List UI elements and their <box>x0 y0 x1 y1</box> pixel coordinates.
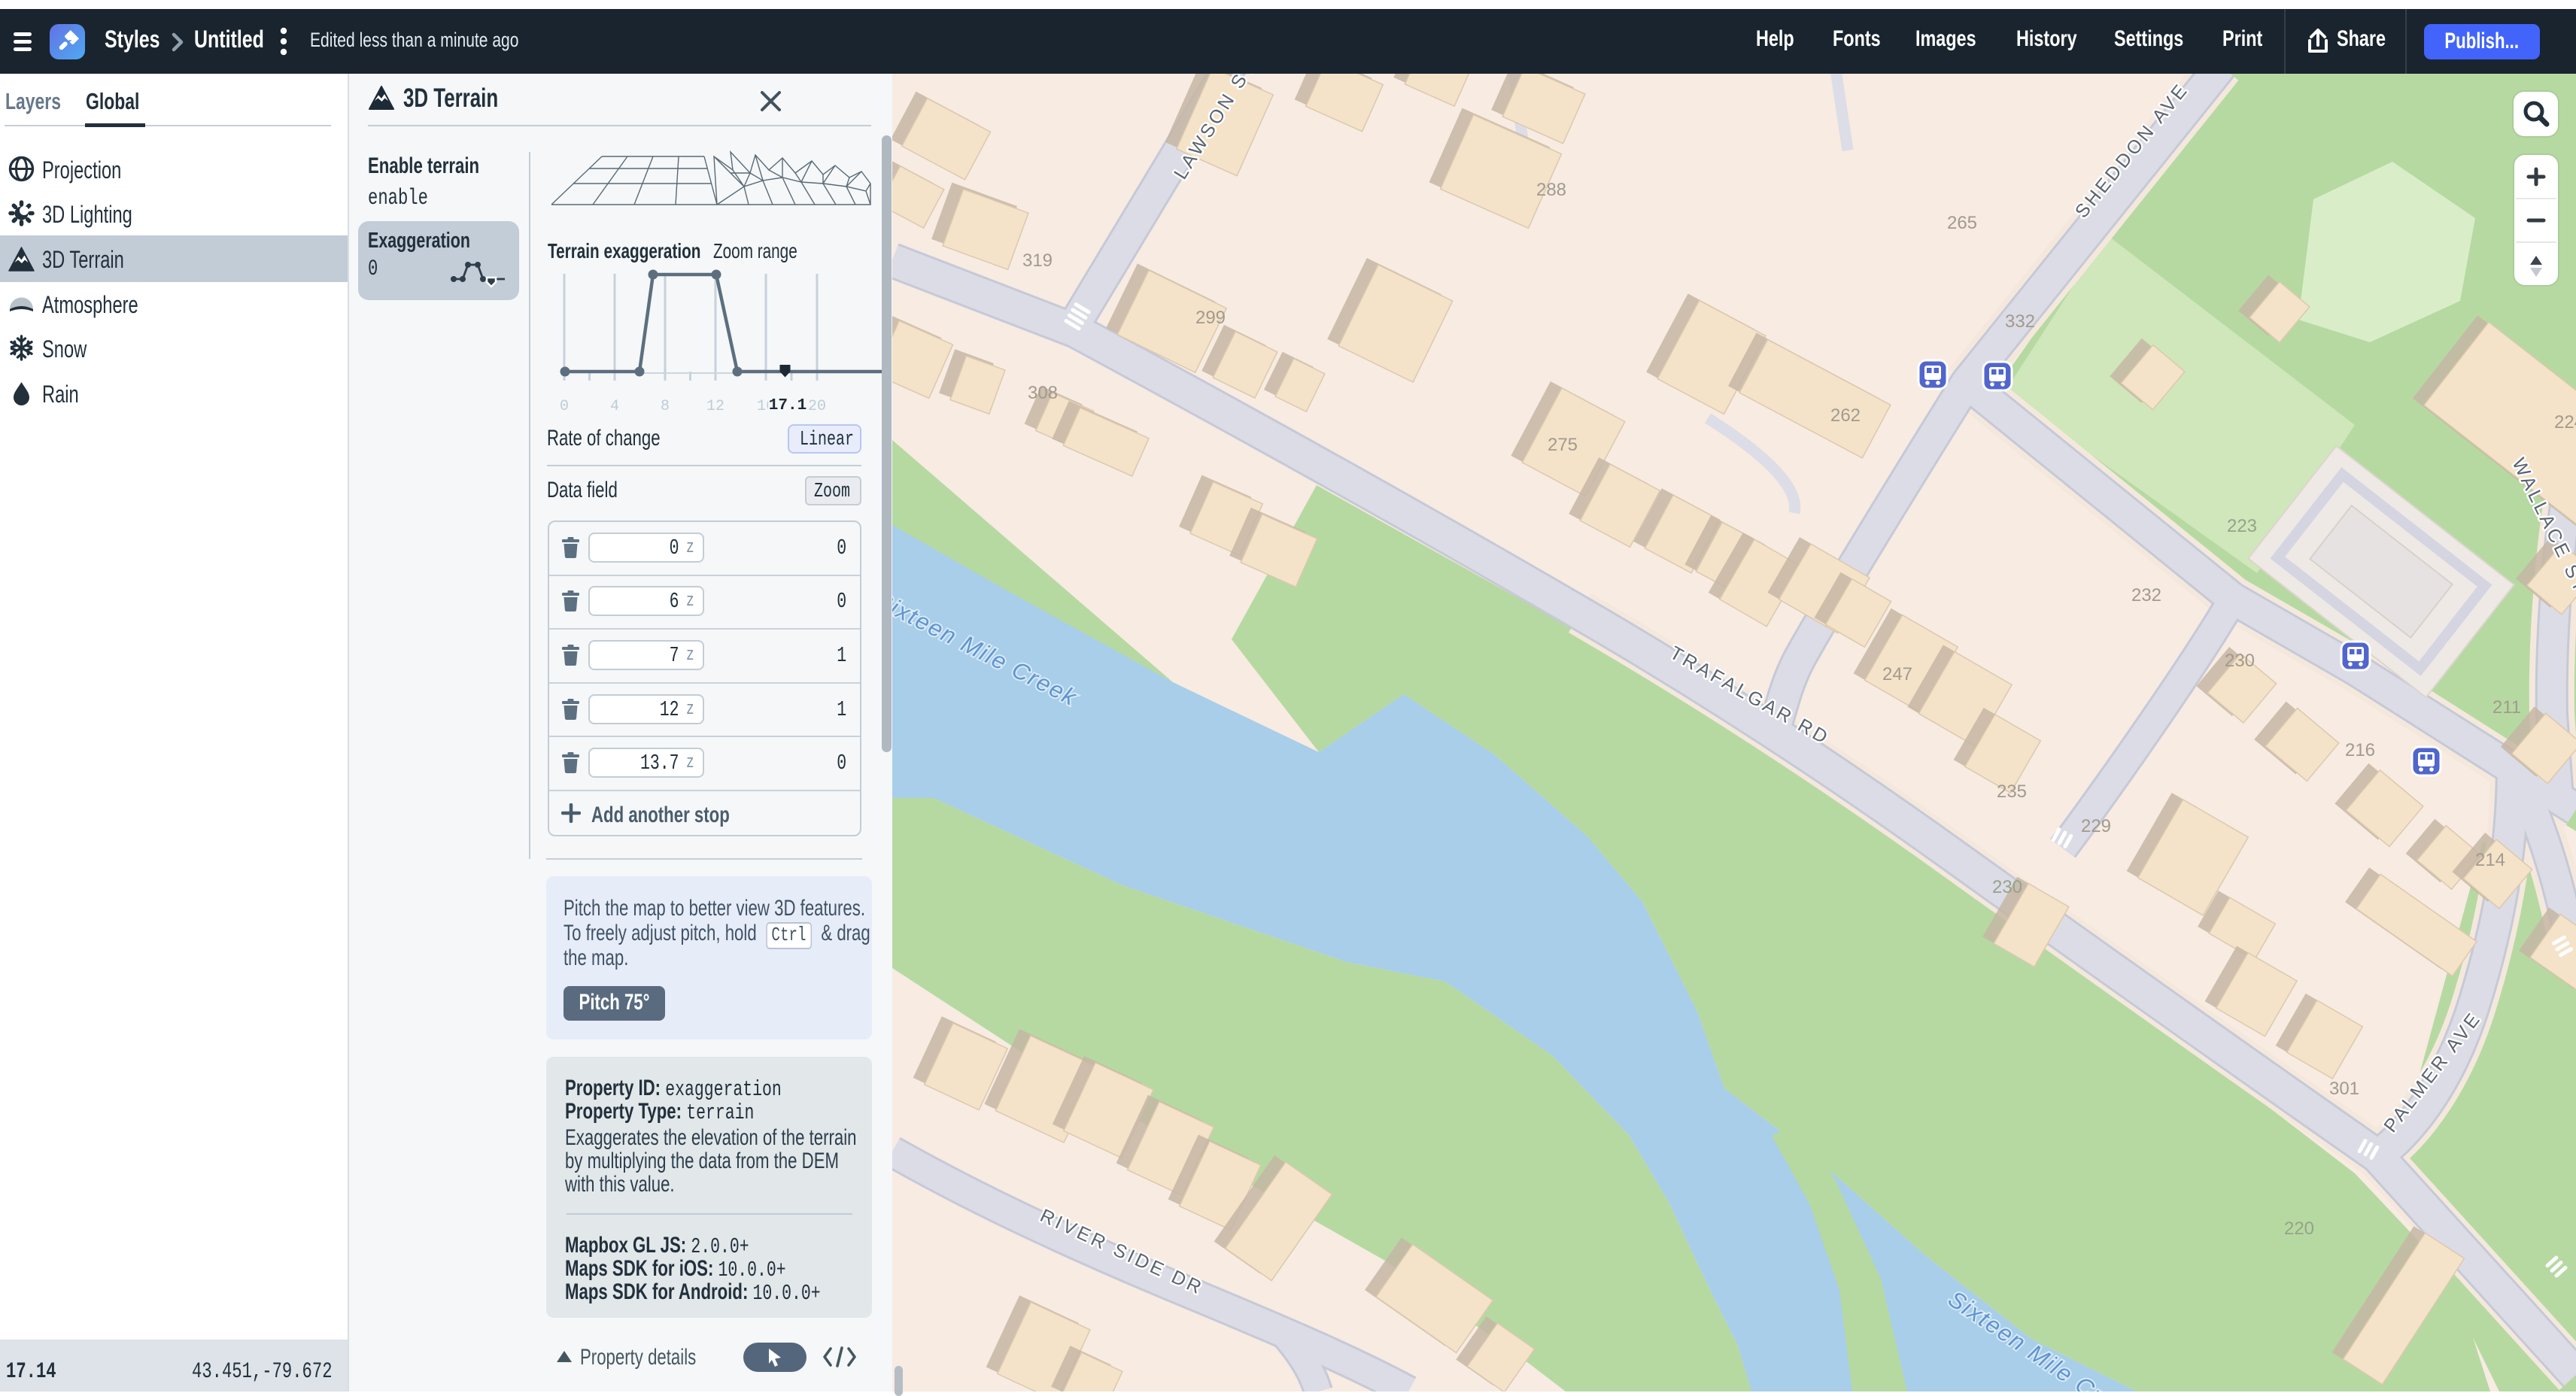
svg-text:214: 214 <box>2475 850 2505 870</box>
svg-text:229: 229 <box>2081 816 2111 836</box>
svg-text:265: 265 <box>1947 213 1977 233</box>
svg-text:232: 232 <box>2131 585 2161 605</box>
svg-text:230: 230 <box>2225 651 2255 671</box>
svg-text:262: 262 <box>1830 405 1861 426</box>
svg-text:20: 20 <box>808 398 826 415</box>
svg-text:220: 220 <box>2284 1218 2314 1239</box>
svg-text:223: 223 <box>2227 516 2257 536</box>
svg-text:211: 211 <box>2492 697 2521 718</box>
svg-text:301: 301 <box>2329 1079 2359 1099</box>
svg-text:332: 332 <box>2005 311 2035 332</box>
svg-text:299: 299 <box>1195 308 1226 328</box>
svg-text:0: 0 <box>560 398 569 415</box>
svg-text:17.1: 17.1 <box>769 397 807 414</box>
svg-text:230: 230 <box>1992 877 2022 897</box>
svg-text:319: 319 <box>1022 250 1053 271</box>
svg-text:8: 8 <box>661 398 670 415</box>
svg-text:224: 224 <box>2554 412 2576 432</box>
svg-text:235: 235 <box>1997 781 2027 802</box>
svg-text:275: 275 <box>1548 435 1578 455</box>
svg-text:247: 247 <box>1882 664 1912 684</box>
svg-text:12: 12 <box>706 398 724 415</box>
svg-text:216: 216 <box>2345 740 2375 760</box>
svg-text:288: 288 <box>1536 180 1566 200</box>
svg-text:4: 4 <box>610 398 619 415</box>
svg-text:308: 308 <box>1028 383 1058 403</box>
